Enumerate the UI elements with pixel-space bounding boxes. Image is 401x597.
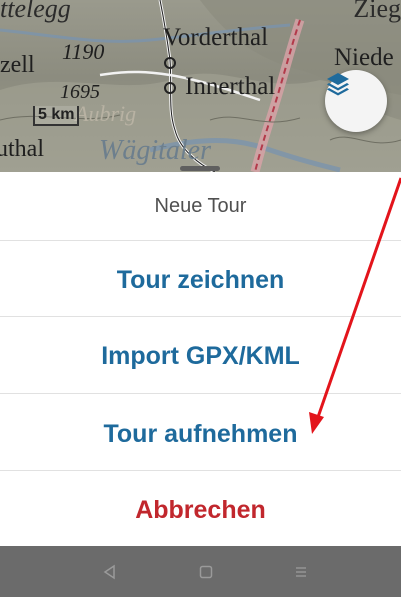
map-label-wagitaler: Wägitaler bbox=[99, 135, 211, 166]
divider bbox=[0, 470, 401, 471]
nav-menu-button[interactable] bbox=[271, 546, 331, 597]
menu-lines-icon bbox=[296, 566, 306, 577]
layers-icon bbox=[327, 73, 349, 96]
map-label-uthal: uthal bbox=[0, 136, 44, 162]
map-label-aubrig: Aubrig bbox=[75, 101, 137, 126]
sheet-drag-handle[interactable] bbox=[180, 166, 220, 171]
back-triangle-icon bbox=[103, 564, 115, 579]
map-elevation-1190: 1190 bbox=[62, 39, 105, 64]
draw-tour-button[interactable]: Tour zeichnen bbox=[0, 244, 401, 316]
divider bbox=[0, 316, 401, 317]
home-square-icon bbox=[199, 565, 213, 578]
divider bbox=[0, 393, 401, 394]
map-view[interactable]: ttelegg Zieg Vorderthal Niede zell 1190 … bbox=[0, 0, 401, 172]
map-label-zieg: Zieg bbox=[353, 0, 401, 23]
new-tour-sheet: Neue Tour Tour zeichnen Import GPX/KML T… bbox=[0, 166, 401, 546]
map-label-zell: zell bbox=[0, 52, 35, 78]
map-layers-button[interactable] bbox=[325, 70, 387, 132]
map-label-innerthal: Innerthal bbox=[185, 73, 276, 100]
map-label-vorderthal: Vorderthal bbox=[163, 24, 269, 51]
import-gpx-kml-button[interactable]: Import GPX/KML bbox=[0, 320, 401, 392]
system-navigation-bar bbox=[0, 546, 401, 597]
divider bbox=[0, 240, 401, 241]
nav-home-button[interactable] bbox=[176, 546, 236, 597]
record-tour-button[interactable]: Tour aufnehmen bbox=[0, 398, 401, 470]
map-label-niede: Niede bbox=[334, 44, 394, 71]
nav-back-button[interactable] bbox=[80, 546, 140, 597]
map-scale-bar: 5 km bbox=[33, 106, 80, 126]
cancel-button[interactable]: Abbrechen bbox=[0, 474, 401, 546]
sheet-title: Neue Tour bbox=[154, 195, 247, 217]
map-label-ttelegg: ttelegg bbox=[0, 0, 71, 23]
